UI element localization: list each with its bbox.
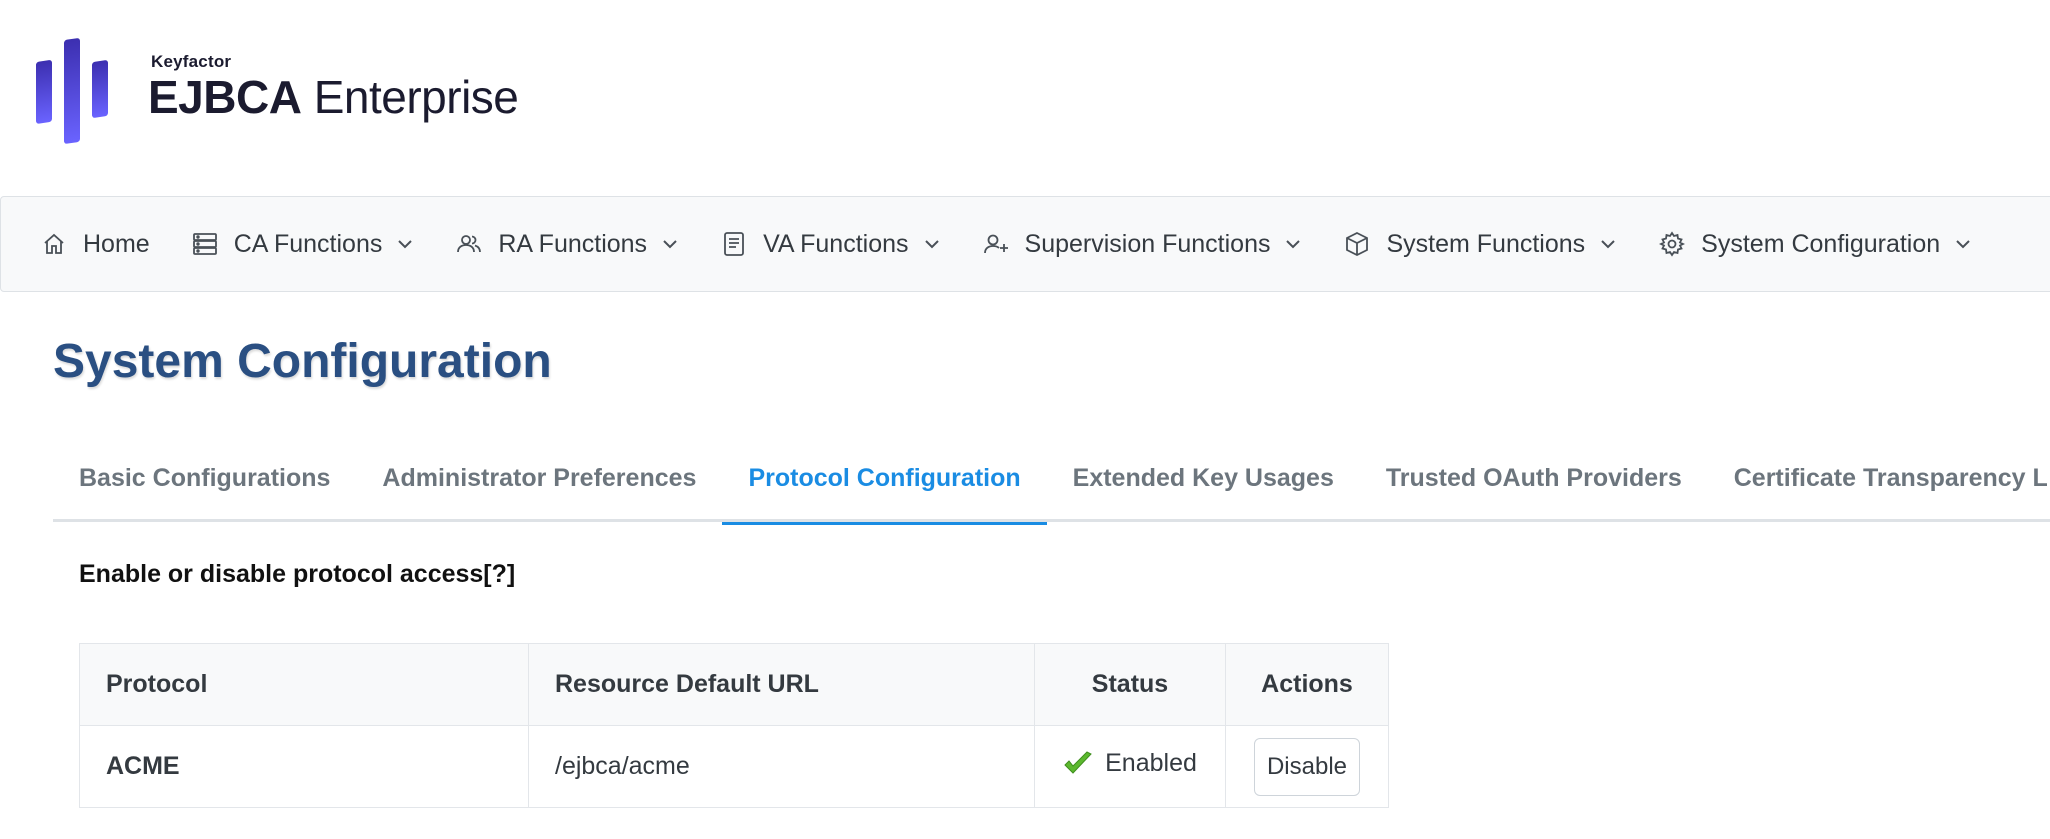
protocol-url: /ejbca/acme: [528, 725, 1035, 808]
check-icon: [1063, 751, 1093, 777]
column-header-status: Status: [1034, 643, 1226, 726]
chevron-down-icon: [396, 235, 414, 253]
nav-item-label: RA Functions: [498, 229, 648, 258]
section-heading: Enable or disable protocol access[?]: [79, 560, 516, 588]
users-icon: [456, 231, 482, 257]
tab-basic-configurations[interactable]: Basic Configurations: [53, 450, 356, 522]
product-name: EJBCA Enterprise: [148, 70, 519, 124]
tab-protocol-configuration[interactable]: Protocol Configuration: [722, 450, 1047, 525]
product-name-light: Enterprise: [313, 71, 519, 123]
nav-item-label: Supervision Functions: [1024, 229, 1271, 258]
chevron-down-icon: [923, 235, 941, 253]
tab-certificate-transparency[interactable]: Certificate Transparency L: [1708, 450, 2050, 522]
server-icon: [192, 231, 218, 257]
nav-item-system-configuration[interactable]: System Configuration: [1659, 230, 1972, 259]
page-title: System Configuration: [53, 335, 552, 388]
status-text: Enabled: [1105, 749, 1197, 778]
disable-button[interactable]: Disable: [1253, 737, 1361, 796]
table-header-row: Protocol Resource Default URL Status Act…: [79, 643, 1389, 726]
product-name-bold: EJBCA: [148, 71, 302, 123]
main-navbar: Home CA Functions RA Functions VA Functi…: [0, 196, 2050, 292]
nav-item-label: Home: [83, 229, 150, 258]
keyfactor-logo-icon: [36, 38, 108, 144]
tab-extended-key-usages[interactable]: Extended Key Usages: [1047, 450, 1360, 522]
nav-item-label: System Functions: [1386, 229, 1586, 258]
company-name: Keyfactor: [151, 52, 232, 71]
chevron-down-icon: [1284, 235, 1302, 253]
home-icon: [41, 231, 67, 257]
column-header-actions: Actions: [1225, 643, 1389, 726]
app-logo[interactable]: Keyfactor EJBCA Enterprise: [36, 34, 556, 146]
nav-item-supervision-functions[interactable]: Supervision Functions: [983, 230, 1303, 259]
nav-item-ra-functions[interactable]: RA Functions: [456, 230, 679, 259]
nav-item-label: System Configuration: [1701, 229, 1941, 258]
column-header-url: Resource Default URL: [528, 643, 1035, 726]
protocol-name: ACME: [79, 725, 529, 808]
cube-icon: [1344, 231, 1370, 257]
tab-administrator-preferences[interactable]: Administrator Preferences: [356, 450, 722, 522]
protocol-status: Enabled: [1034, 725, 1226, 808]
chevron-down-icon: [1599, 235, 1617, 253]
nav-item-va-functions[interactable]: VA Functions: [721, 230, 940, 259]
gear-icon: [1659, 231, 1686, 257]
chevron-down-icon: [661, 235, 679, 253]
user-plus-icon: [983, 231, 1009, 257]
nav-item-ca-functions[interactable]: CA Functions: [192, 230, 415, 259]
document-icon: [721, 231, 747, 257]
column-header-protocol: Protocol: [79, 643, 529, 726]
nav-item-home[interactable]: Home: [41, 230, 150, 259]
protocol-actions: Disable: [1225, 725, 1389, 808]
chevron-down-icon: [1954, 235, 1972, 253]
nav-item-label: VA Functions: [763, 229, 909, 258]
nav-item-system-functions[interactable]: System Functions: [1344, 230, 1617, 259]
tab-trusted-oauth-providers[interactable]: Trusted OAuth Providers: [1360, 450, 1708, 522]
config-tabs: Basic Configurations Administrator Prefe…: [53, 450, 2050, 525]
nav-item-label: CA Functions: [233, 229, 383, 258]
table-row: ACME /ejbca/acme Enabled Disable: [79, 725, 1389, 808]
protocol-table: Protocol Resource Default URL Status Act…: [79, 643, 1389, 808]
